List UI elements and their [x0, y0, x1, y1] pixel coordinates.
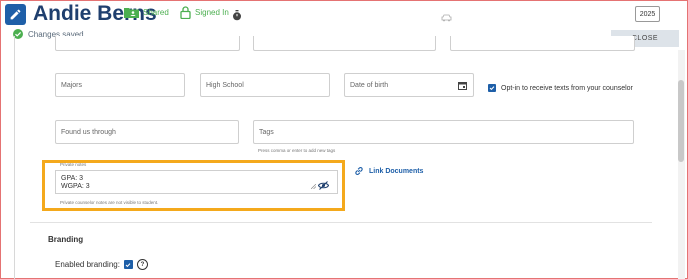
high-school-placeholder: High School — [206, 81, 244, 89]
private-notes-label: Private notes — [60, 162, 87, 167]
enabled-branding-row: Enabled branding: ? — [55, 259, 148, 270]
opt-in-checkbox[interactable] — [488, 84, 496, 92]
link-icon — [355, 167, 363, 175]
branding-heading: Branding — [48, 235, 84, 244]
tags-hint: Press comma or enter to add new tags — [258, 148, 336, 153]
tags-field[interactable]: Tags — [253, 120, 634, 144]
high-school-field[interactable]: High School — [200, 73, 330, 97]
cut-off-field-middle[interactable] — [253, 36, 436, 51]
private-notes-line: WGPA: 3 — [61, 183, 90, 190]
lock-icon — [180, 6, 191, 19]
private-notes-hint: Private counselor notes are not visible … — [60, 200, 159, 205]
check-icon — [126, 262, 131, 267]
enabled-branding-checkbox[interactable] — [123, 260, 133, 269]
link-documents-label: Link Documents — [369, 167, 424, 175]
shared-label: Shared — [143, 8, 169, 17]
resize-handle-icon[interactable] — [311, 184, 316, 189]
majors-field[interactable]: Majors — [55, 73, 185, 97]
edit-button[interactable] — [5, 4, 26, 25]
shared-status[interactable]: Shared — [124, 7, 169, 18]
private-notes-line: GPA: 3 — [61, 175, 84, 182]
car-icon — [441, 9, 452, 27]
stopwatch-icon[interactable] — [232, 8, 242, 26]
pencil-icon — [10, 9, 21, 20]
shared-folder-icon — [124, 8, 139, 18]
dob-placeholder: Date of birth — [350, 81, 389, 89]
date-of-birth-field[interactable]: Date of birth — [344, 73, 474, 97]
check-icon — [489, 86, 495, 91]
cut-off-field-left[interactable] — [55, 36, 240, 51]
scrollbar-thumb[interactable] — [678, 80, 684, 162]
tags-placeholder: Tags — [259, 128, 274, 136]
link-documents-link[interactable]: Link Documents — [354, 166, 423, 176]
enabled-branding-label: Enabled branding: — [55, 260, 120, 269]
year-badge[interactable]: 2025 — [635, 6, 660, 22]
section-divider — [30, 222, 652, 223]
opt-in-checkbox-row[interactable]: Opt-in to receive texts from your counse… — [488, 84, 633, 92]
cut-off-field-right[interactable] — [450, 36, 635, 51]
calendar-icon[interactable] — [458, 81, 467, 90]
found-us-placeholder: Found us through — [61, 128, 116, 136]
help-icon[interactable]: ? — [136, 259, 148, 270]
opt-in-label: Opt-in to receive texts from your counse… — [501, 84, 633, 92]
majors-placeholder: Majors — [61, 81, 83, 89]
signed-in-label: Signed In — [195, 8, 229, 17]
panel-border — [14, 36, 15, 279]
found-us-through-field[interactable]: Found us through — [55, 120, 239, 144]
eye-off-icon[interactable] — [318, 181, 329, 190]
private-notes-textarea[interactable] — [55, 170, 338, 194]
signed-in-status[interactable]: Signed In — [180, 6, 229, 19]
